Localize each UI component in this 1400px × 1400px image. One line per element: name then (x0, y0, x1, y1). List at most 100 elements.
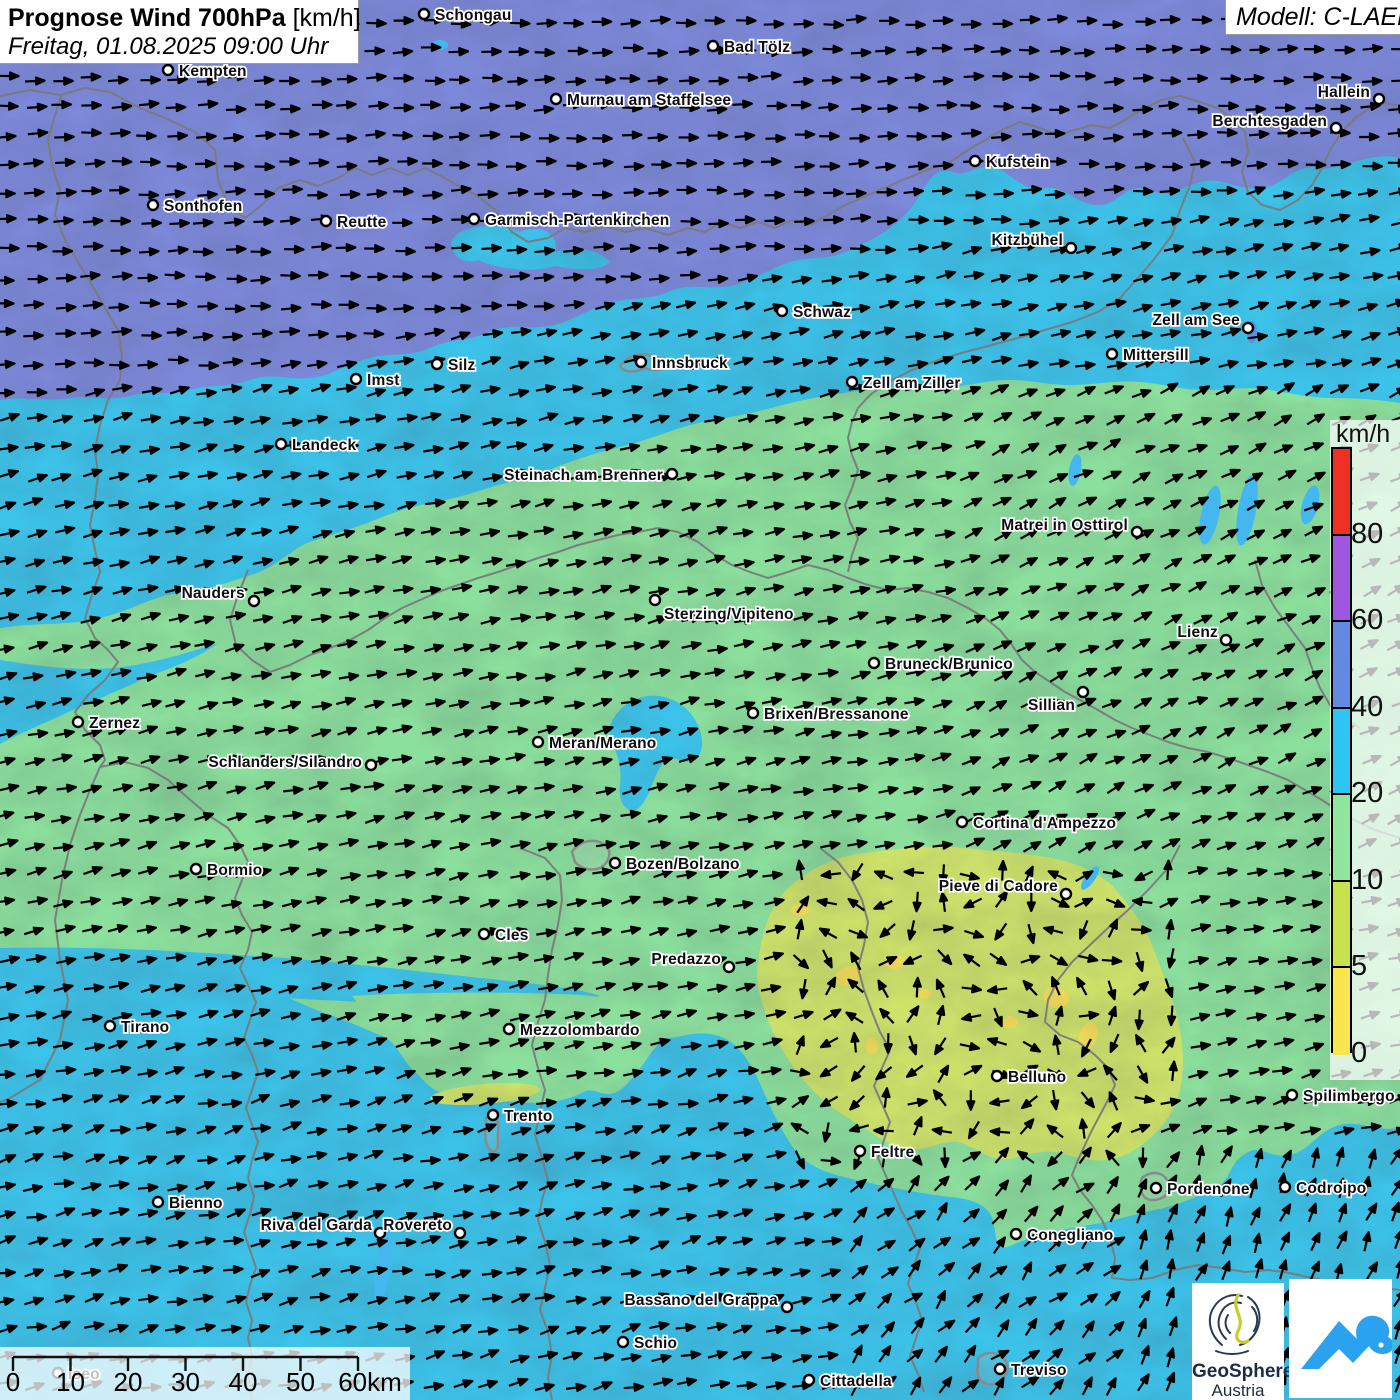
city-label: Murnau am Staffelsee (567, 92, 731, 109)
city: Brixen/Bressanone (748, 706, 909, 723)
color-legend: km/h 806040201050 (1330, 420, 1400, 1080)
scalebar-distance-label: 20 (114, 1367, 143, 1397)
city-label: Bormio (207, 862, 262, 879)
city-marker (1061, 889, 1071, 899)
legend-tick-label: 20 (1351, 776, 1400, 810)
city-marker (610, 858, 620, 868)
legend-segment (1333, 795, 1350, 882)
legend-segment (1333, 536, 1350, 623)
city-marker (249, 596, 259, 606)
city-label: Imst (367, 372, 400, 389)
city-marker (782, 1302, 792, 1312)
city-marker (1374, 94, 1384, 104)
legend-segment (1333, 882, 1350, 969)
city-marker (533, 737, 543, 747)
city-label: Rovereto (383, 1217, 452, 1234)
legend-segment (1333, 622, 1350, 709)
city-marker (804, 1375, 814, 1385)
city-label: Cortina d'Ampezzo (973, 815, 1116, 832)
city-marker (1280, 1182, 1290, 1192)
scalebar-distance-label: 30 (171, 1367, 200, 1397)
city-marker (432, 359, 442, 369)
logo-country: Austria (1192, 1381, 1284, 1400)
city-label: Treviso (1011, 1362, 1067, 1379)
city-marker (153, 1197, 163, 1207)
city: Cortina d'Ampezzo (957, 815, 1116, 832)
city-label: Codroipo (1296, 1180, 1366, 1197)
legend-tick-label: 40 (1351, 690, 1400, 724)
city-label: Brixen/Bressanone (764, 706, 909, 723)
city-label: Zell am See (1153, 312, 1241, 329)
city-label: Bruneck/Brunico (885, 656, 1013, 673)
city-marker (276, 439, 286, 449)
model-label: Modell: C-LAEF (1236, 3, 1400, 32)
city-label: Riva del Garda (261, 1217, 373, 1234)
city-label: Mezzolombardo (520, 1022, 640, 1039)
title-box: Prognose Wind 700hPa [km/h] Freitag, 01.… (0, 0, 359, 64)
city-label: Belluno (1008, 1069, 1066, 1086)
city: Mezzolombardo (504, 1022, 640, 1039)
city-label: Pordenone (1167, 1181, 1250, 1198)
legend-colorbar (1331, 447, 1352, 1053)
city-marker (650, 595, 660, 605)
city-marker (1066, 243, 1076, 253)
city-label: Zell am Ziller (863, 375, 961, 392)
city-marker (1011, 1229, 1021, 1239)
geosphere-contour-icon (1192, 1283, 1284, 1361)
city-label: Meran/Merano (549, 735, 656, 752)
page-title: Prognose Wind 700hPa [km/h] (8, 4, 361, 33)
city-label: Innsbruck (652, 355, 728, 372)
city-marker (148, 200, 158, 210)
city-marker (957, 817, 967, 827)
legend-segment (1333, 709, 1350, 796)
city-marker (105, 1021, 115, 1031)
geosphere-logo-box: GeoSphere Austria (1192, 1283, 1284, 1400)
city: Bruneck/Brunico (869, 656, 1013, 673)
city-marker (351, 374, 361, 384)
city-label: Sillian (1028, 697, 1075, 714)
city-label: Schlanders/Silandro (208, 754, 362, 771)
city-label: Hallein (1318, 84, 1370, 101)
city-label: Lienz (1177, 624, 1218, 641)
title-parameter: Prognose Wind 700hPa (8, 4, 286, 32)
city-label: Schio (634, 1335, 677, 1352)
city-label: Bassano del Grappa (625, 1292, 779, 1309)
city-marker (777, 306, 787, 316)
legend-tick-label: 10 (1351, 863, 1400, 897)
city-marker (855, 1146, 865, 1156)
city-marker (191, 864, 201, 874)
city-marker (1151, 1183, 1161, 1193)
city: Garmisch-Partenkirchen (469, 212, 669, 229)
city-marker (970, 156, 980, 166)
city-label: Steinach am Brenner (504, 467, 663, 484)
legend-segment (1333, 449, 1350, 536)
city-label: Predazzo (651, 951, 721, 968)
city-label: Bad Tölz (724, 39, 790, 56)
legend-tick-label: 60 (1351, 603, 1400, 637)
city-label: Reutte (337, 214, 387, 231)
weather-map-screenshot: SchongauBad TölzKemptenMurnau am Staffel… (0, 0, 1400, 1400)
city-marker (419, 9, 429, 19)
city-marker (708, 41, 718, 51)
city-marker (748, 708, 758, 718)
city-label: Conegliano (1027, 1227, 1113, 1244)
city-label: Nauders (182, 585, 245, 602)
city-label: Cles (495, 927, 529, 944)
city-label: Berchtesgaden (1212, 113, 1327, 130)
city: Spilimbergo (1287, 1088, 1395, 1105)
city: Bozen/Bolzano (610, 856, 740, 873)
city-marker (1331, 123, 1341, 133)
weather-map: SchongauBad TölzKemptenMurnau am Staffel… (0, 0, 1400, 1400)
city-label: Silz (448, 357, 476, 374)
legend-tick-label: 80 (1351, 517, 1400, 551)
city-label: Spilimbergo (1303, 1088, 1395, 1105)
legend-tick-label: 0 (1351, 1036, 1400, 1070)
urban-area-outline (485, 1117, 498, 1152)
city-label: Landeck (292, 437, 356, 454)
city-marker (1243, 323, 1253, 333)
city: Zell am Ziller (847, 375, 961, 392)
city-marker (1107, 349, 1117, 359)
scalebar-distance-label: 0 (6, 1367, 20, 1397)
city-marker (488, 1110, 498, 1120)
legend-tick-label: 5 (1351, 949, 1400, 983)
